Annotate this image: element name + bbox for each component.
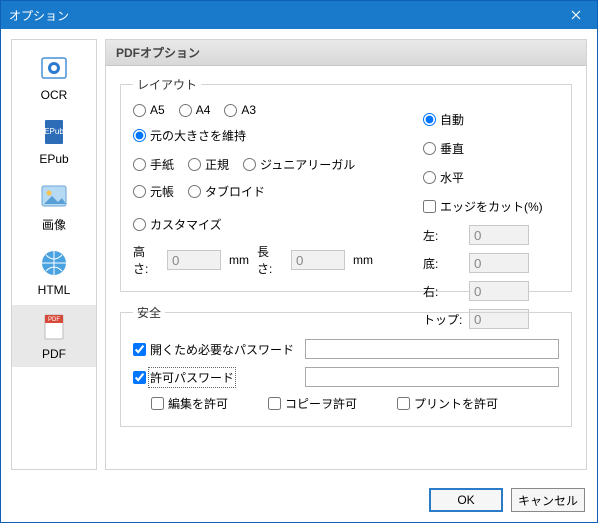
margin-bottom-input[interactable]: [469, 253, 529, 273]
ocr-icon: [38, 52, 70, 84]
sidebar-item-label: HTML: [38, 283, 71, 297]
check-edgecut[interactable]: エッジをカット(%): [423, 198, 559, 215]
main-panel: PDFオプション レイアウト A5 A4 A3 元の大きさを維持 手紙 正規: [105, 39, 587, 470]
margin-right-input[interactable]: [469, 281, 529, 301]
sidebar-item-html[interactable]: HTML: [12, 241, 96, 303]
check-allow-edit[interactable]: 編集を許可: [151, 395, 228, 412]
radio-legal[interactable]: 正規: [188, 156, 229, 173]
sidebar-item-image[interactable]: 画像: [12, 174, 96, 239]
height-label: 高さ:: [133, 243, 159, 277]
radio-tabloid[interactable]: タブロイド: [188, 183, 265, 200]
image-icon: [38, 180, 70, 212]
window-title: オプション: [9, 7, 555, 24]
margin-right-label: 右:: [423, 283, 463, 300]
sidebar-item-label: EPub: [39, 152, 68, 166]
check-allow-print[interactable]: プリントを許可: [397, 395, 498, 412]
cancel-button[interactable]: キャンセル: [511, 488, 585, 512]
layout-legend: レイアウト: [133, 76, 201, 93]
close-button[interactable]: [555, 1, 597, 29]
radio-jrlegal[interactable]: ジュニアリーガル: [243, 156, 355, 173]
margin-left-input[interactable]: [469, 225, 529, 245]
check-open-password[interactable]: 開くため必要なパスワード: [133, 341, 293, 358]
check-allow-copy[interactable]: コピーヲ許可: [268, 395, 357, 412]
sidebar-item-label: OCR: [41, 88, 68, 102]
open-password-input[interactable]: [305, 339, 559, 359]
epub-icon: EPub: [38, 116, 70, 148]
security-fieldset: 安全 開くため必要なパスワード 許可パスワード 編集を許可 コピーヲ許可 プリン…: [120, 304, 572, 427]
radio-vertical[interactable]: 垂直: [423, 140, 559, 157]
sidebar-item-label: 画像: [42, 216, 66, 233]
svg-text:EPub: EPub: [44, 127, 64, 136]
dialog-footer: OK キャンセル: [429, 488, 585, 512]
sidebar-item-pdf[interactable]: PDF PDF: [12, 305, 96, 367]
pdf-icon: PDF: [38, 311, 70, 343]
radio-a4[interactable]: A4: [179, 103, 211, 117]
options-dialog: オプション OCR EPub EPub 画像 HTML PDF: [0, 0, 598, 523]
radio-letter[interactable]: 手紙: [133, 156, 174, 173]
radio-keep-size[interactable]: 元の大きさを維持: [133, 127, 246, 144]
radio-custom[interactable]: カスタマイズ: [133, 216, 222, 233]
sidebar-item-ocr[interactable]: OCR: [12, 46, 96, 108]
width-label: 長さ:: [257, 243, 283, 277]
mm-unit: mm: [229, 253, 249, 267]
width-input[interactable]: [291, 250, 345, 270]
sidebar-item-epub[interactable]: EPub EPub: [12, 110, 96, 172]
radio-horizontal[interactable]: 水平: [423, 169, 559, 186]
category-sidebar: OCR EPub EPub 画像 HTML PDF PDF: [11, 39, 97, 470]
html-icon: [38, 247, 70, 279]
close-icon: [571, 10, 581, 20]
titlebar: オプション: [1, 1, 597, 29]
height-input[interactable]: [167, 250, 221, 270]
mm-unit: mm: [353, 253, 373, 267]
radio-a3[interactable]: A3: [224, 103, 256, 117]
security-legend: 安全: [133, 304, 165, 321]
radio-a5[interactable]: A5: [133, 103, 165, 117]
margin-bottom-label: 底:: [423, 255, 463, 272]
permission-password-input[interactable]: [305, 367, 559, 387]
svg-text:PDF: PDF: [48, 317, 60, 323]
radio-auto[interactable]: 自動: [423, 111, 559, 128]
layout-fieldset: レイアウト A5 A4 A3 元の大きさを維持 手紙 正規 ジュニアリーガル: [120, 76, 572, 292]
ok-button[interactable]: OK: [429, 488, 503, 512]
radio-ledger[interactable]: 元帳: [133, 183, 174, 200]
check-permission-password[interactable]: 許可パスワード: [133, 369, 293, 386]
margin-left-label: 左:: [423, 227, 463, 244]
sidebar-item-label: PDF: [42, 347, 66, 361]
panel-title: PDFオプション: [106, 40, 586, 66]
